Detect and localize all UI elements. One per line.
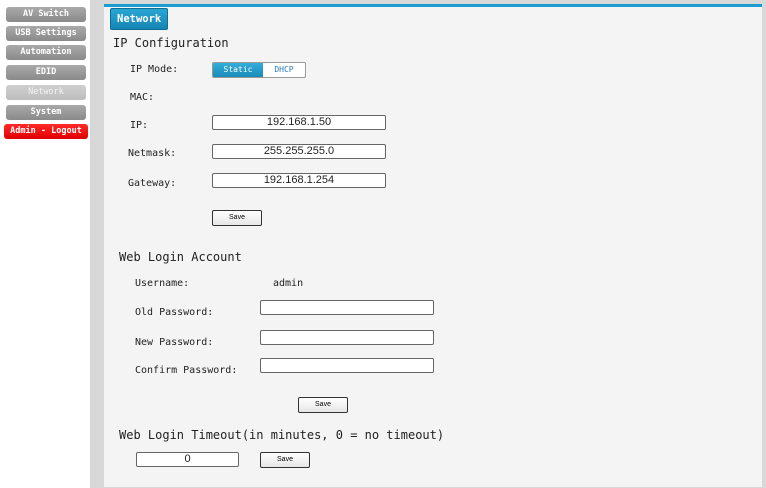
sidebar-item-edid[interactable]: EDID: [6, 65, 86, 80]
new-password-field[interactable]: [260, 330, 434, 345]
timeout-input[interactable]: 0: [136, 452, 239, 467]
netmask-label: Netmask:: [128, 148, 177, 159]
gateway-label: Gateway:: [128, 178, 177, 189]
ip-input[interactable]: 192.168.1.50: [212, 115, 386, 130]
sidebar-item-automation[interactable]: Automation: [6, 45, 86, 60]
sidebar-item-system[interactable]: System: [6, 105, 86, 120]
sidebar-item-network[interactable]: Network: [6, 85, 86, 100]
old-password-label: Old Password:: [135, 307, 214, 318]
old-password-field[interactable]: [260, 300, 434, 315]
username-label: Username:: [135, 278, 190, 289]
username-value: admin: [273, 278, 304, 289]
confirm-password-label: Confirm Password:: [135, 365, 238, 376]
web-login-account-heading: Web Login Account: [119, 250, 242, 264]
web-login-save-button[interactable]: Save: [298, 397, 348, 413]
mac-label: MAC:: [130, 92, 155, 103]
timeout-save-button[interactable]: Save: [260, 452, 310, 468]
ip-mode-toggle[interactable]: Static DHCP: [212, 62, 306, 78]
ip-label: IP:: [130, 120, 149, 131]
ip-mode-static-option[interactable]: Static: [213, 63, 263, 77]
gateway-input[interactable]: 192.168.1.254: [212, 173, 386, 188]
ip-configuration-heading: IP Configuration: [113, 36, 229, 50]
sidebar: AV Switch USB Settings Automation EDID N…: [0, 0, 90, 488]
ip-mode-dhcp-option[interactable]: DHCP: [263, 63, 305, 77]
sidebar-item-av-switch[interactable]: AV Switch: [6, 7, 86, 22]
sidebar-item-usb-settings[interactable]: USB Settings: [6, 26, 86, 41]
ip-mode-label: IP Mode:: [130, 64, 179, 75]
tab-network[interactable]: Network: [110, 8, 169, 30]
confirm-password-field[interactable]: [260, 358, 434, 373]
web-login-timeout-heading: Web Login Timeout(in minutes, 0 = no tim…: [119, 428, 445, 442]
ip-save-button[interactable]: Save: [212, 210, 262, 226]
netmask-input[interactable]: 255.255.255.0: [212, 144, 386, 159]
network-panel: [104, 4, 762, 487]
new-password-label: New Password:: [135, 337, 214, 348]
sidebar-item-admin-logout[interactable]: Admin - Logout: [4, 124, 88, 139]
